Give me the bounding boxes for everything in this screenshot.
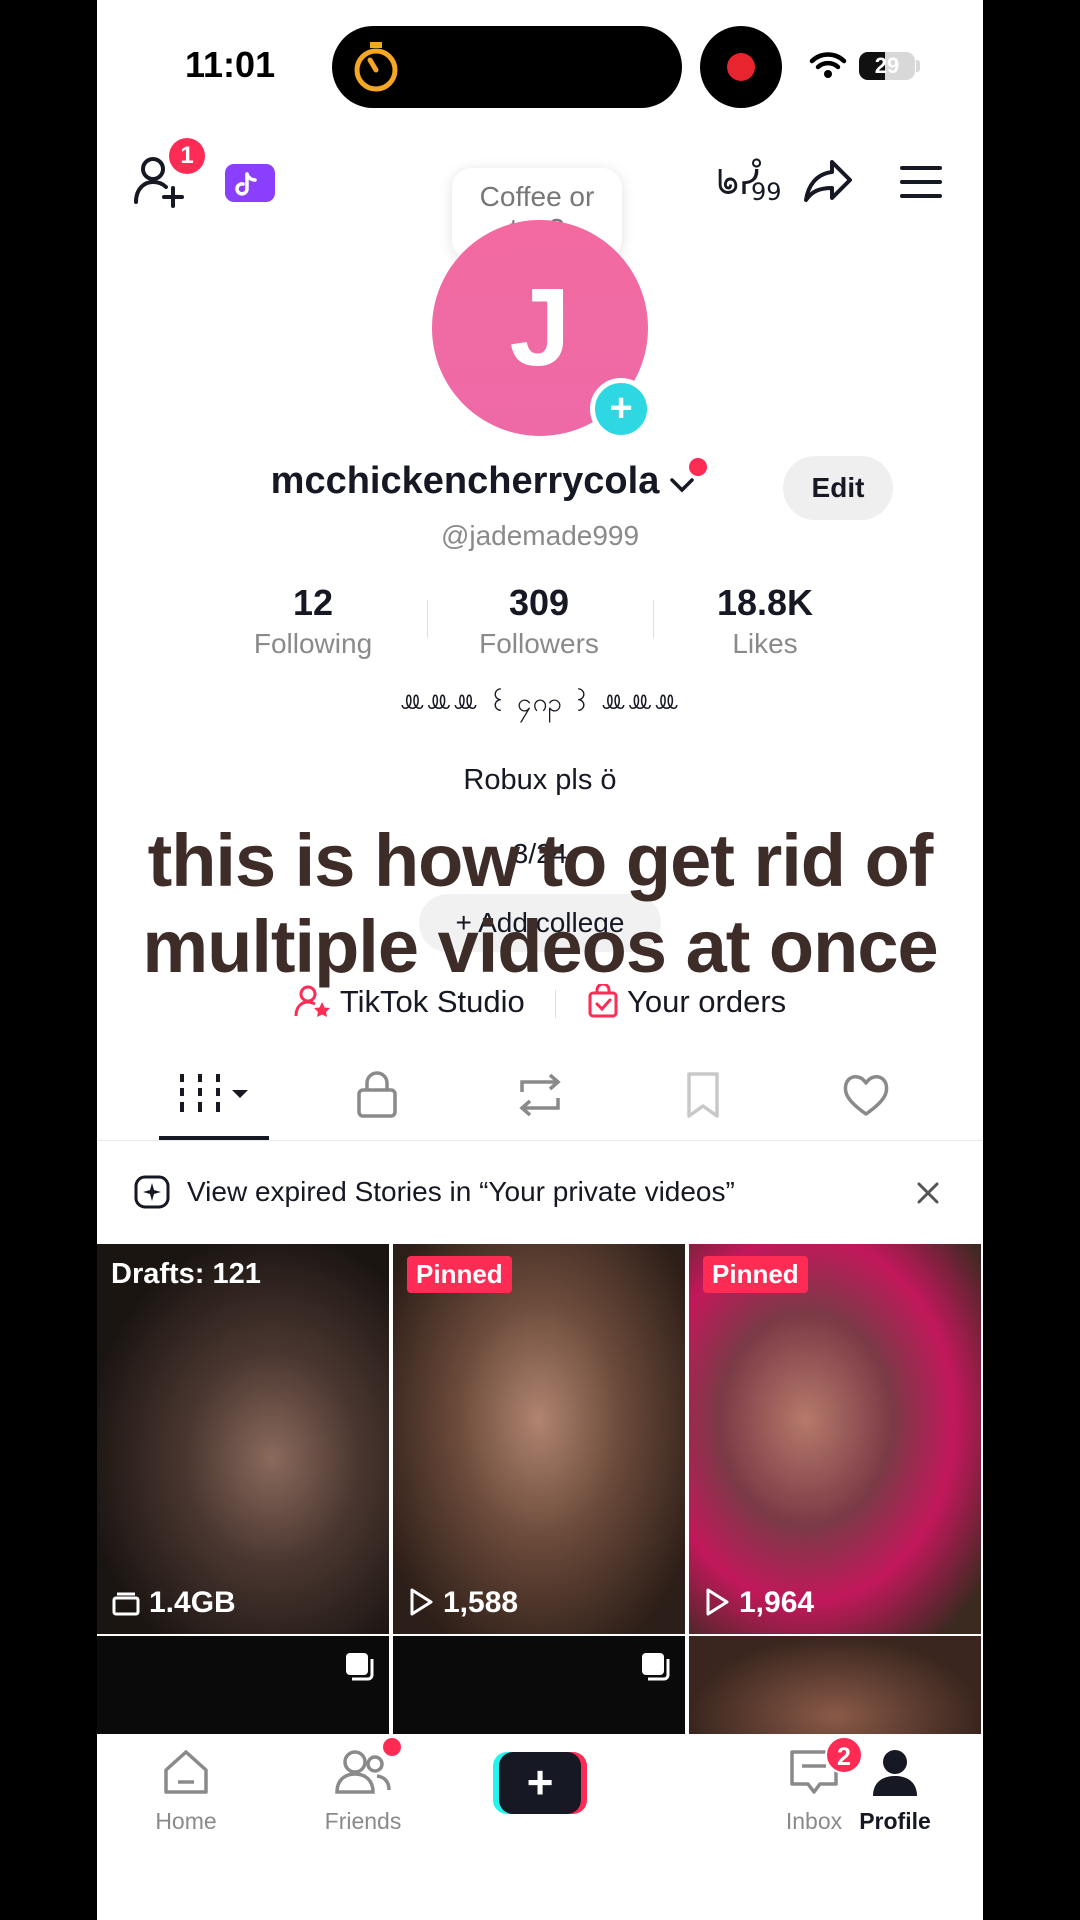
stat-label: Following <box>253 628 373 659</box>
stat-value: 18.8K <box>716 582 814 623</box>
stat-label: Likes <box>732 628 798 659</box>
friends-notification-dot <box>383 1738 401 1756</box>
pinned-video-tile[interactable]: Pinned 1,588 <box>393 1244 685 1634</box>
nav-profile[interactable]: Profile <box>830 1746 960 1835</box>
nav-home[interactable]: Home <box>121 1746 251 1835</box>
battery-percent: 29 <box>874 53 900 78</box>
play-icon <box>410 1588 433 1616</box>
stories-icon <box>134 1175 170 1209</box>
drafts-size: 1.4GB <box>111 1586 236 1620</box>
add-story-button[interactable]: + <box>590 378 652 440</box>
profile-icon <box>873 1750 917 1796</box>
multi-photo-icon <box>346 1653 374 1681</box>
record-dot <box>727 53 755 81</box>
friends-icon <box>335 1750 391 1794</box>
pinned-video-tile[interactable]: Pinned 1,964 <box>689 1244 981 1634</box>
username: mcchickencherrycola <box>270 460 660 502</box>
heart-icon <box>843 1075 889 1116</box>
pinned-badge: Pinned <box>407 1256 512 1293</box>
stat-following[interactable]: 12 Following <box>213 582 413 660</box>
drafts-tile[interactable]: Drafts: 121 1.4GB <box>97 1244 389 1634</box>
chevron-down-icon <box>670 478 695 493</box>
tiktok-note-icon <box>235 172 257 196</box>
edit-profile-button[interactable]: Edit <box>783 456 893 520</box>
nav-friends[interactable]: Friends <box>298 1746 428 1835</box>
close-icon[interactable] <box>915 1180 941 1206</box>
friend-request-badge: 1 <box>169 138 205 174</box>
phone-screen: 11:01 29 1 Coffee or tea? ᖚᓮ <box>97 0 983 1920</box>
plus-icon: + <box>499 1752 581 1814</box>
stat-divider <box>427 600 428 638</box>
stat-value: 309 <box>508 582 570 623</box>
video-tile[interactable] <box>689 1636 981 1736</box>
screen-record-indicator <box>700 26 782 108</box>
multi-photo-icon <box>642 1653 670 1681</box>
drafts-label: Drafts: 121 <box>111 1258 261 1290</box>
studio-icon <box>294 985 330 1017</box>
video-tile[interactable] <box>393 1636 685 1736</box>
shopping-bag-icon <box>588 982 618 1018</box>
tab-liked[interactable] <box>806 1070 926 1120</box>
timer-icon <box>354 42 398 92</box>
play-icon <box>706 1588 729 1616</box>
notice-text: View expired Stories in “Your private vi… <box>187 1176 735 1207</box>
dynamic-island <box>332 26 682 108</box>
drafts-size-value: 1.4GB <box>149 1586 236 1619</box>
creator-mark-icon[interactable]: ᖚᓮ 99 <box>717 156 781 206</box>
drafts-folder-icon <box>112 1592 140 1616</box>
creator-ticket-icon[interactable] <box>225 164 275 202</box>
nav-home-label: Home <box>155 1808 217 1834</box>
nav-profile-label: Profile <box>859 1808 931 1834</box>
tab-private[interactable] <box>317 1070 437 1120</box>
stat-likes[interactable]: 18.8K Likes <box>665 582 865 660</box>
tab-reposts[interactable] <box>480 1070 600 1120</box>
tab-saved[interactable] <box>643 1070 763 1120</box>
lock-icon <box>357 1071 397 1118</box>
links-divider <box>555 989 557 1018</box>
videos-grid-icon <box>180 1074 248 1112</box>
bio-text: Robux pls ö <box>463 764 617 796</box>
view-count: 1,588 <box>407 1586 518 1620</box>
view-count: 1,964 <box>703 1586 814 1620</box>
bio-decoration: ꔛꔛꔛ ꒰ ၄ဂၣ ꒱ ꔛꔛꔛ <box>399 687 681 717</box>
tiktok-studio-link[interactable]: TikTok Studio <box>294 984 534 1019</box>
tab-videos[interactable] <box>154 1070 274 1120</box>
share-icon[interactable] <box>802 158 854 204</box>
user-handle: @jademade999 <box>440 520 640 551</box>
repost-icon <box>519 1073 561 1117</box>
menu-icon[interactable] <box>898 164 944 200</box>
battery-cap <box>916 60 920 72</box>
video-caption-overlay: this is how to get rid of multiple video… <box>142 819 938 988</box>
tabs-divider <box>97 1140 983 1141</box>
wifi-icon <box>809 52 847 78</box>
stat-divider <box>653 600 654 638</box>
profile-links: TikTok Studio Your orders <box>97 982 983 1020</box>
home-icon <box>164 1750 208 1794</box>
stat-label: Followers <box>479 628 599 659</box>
pinned-badge: Pinned <box>703 1256 808 1293</box>
account-notification-dot <box>689 458 708 476</box>
svg-text:99: 99 <box>751 178 781 206</box>
your-orders-label: Your orders <box>627 984 787 1019</box>
your-orders-link[interactable]: Your orders <box>587 982 787 1019</box>
view-count-value: 1,588 <box>443 1586 519 1619</box>
create-button[interactable]: + <box>493 1752 587 1814</box>
nav-friends-label: Friends <box>324 1808 402 1834</box>
tiktok-studio-label: TikTok Studio <box>339 984 525 1019</box>
bookmark-icon <box>687 1072 719 1118</box>
view-count-value: 1,964 <box>739 1586 815 1619</box>
stat-value: 12 <box>292 582 334 623</box>
status-time: 11:01 <box>185 44 276 85</box>
battery-indicator: 29 <box>859 52 915 80</box>
stat-followers[interactable]: 309 Followers <box>439 582 639 660</box>
video-tile[interactable] <box>97 1636 389 1736</box>
